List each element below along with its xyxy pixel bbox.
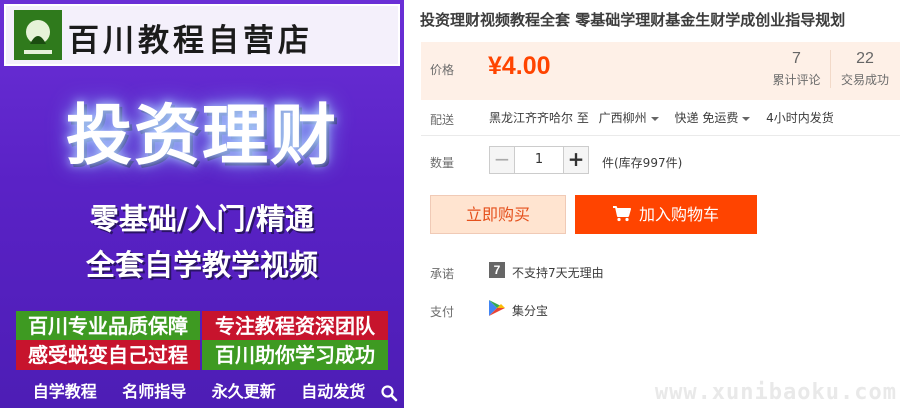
image-feature-item: 永久更新 <box>211 382 276 401</box>
promise-label: 承诺 <box>430 267 455 281</box>
image-subtitle-levels: 零基础/入门/精通 <box>89 202 315 236</box>
quantity-input[interactable]: 1 <box>515 146 563 174</box>
jifenbao-payment-icon <box>489 300 505 316</box>
buy-now-button[interactable]: 立即购买 <box>430 195 566 234</box>
image-tag-success: 百川助你学习成功 <box>202 340 388 370</box>
chevron-down-icon <box>742 116 751 121</box>
divider <box>421 135 900 136</box>
product-main-image[interactable]: 百川教程自营店 投资理财 零基础/入门/精通 全套自学教学视频 百川专业品质保障… <box>0 0 404 408</box>
trades-stat: 22 交易成功 <box>831 50 899 88</box>
zoom-search-icon[interactable] <box>380 384 398 402</box>
shipping-method-select[interactable]: 快递 免运费 <box>675 109 751 126</box>
quantity-label: 数量 <box>430 156 455 170</box>
shop-logo <box>14 10 62 60</box>
shipping-row: 黑龙江齐齐哈尔 至 广西柳州 快递 免运费 4小时内发货 <box>489 109 834 126</box>
payment-label: 支付 <box>430 305 455 319</box>
shipping-label: 配送 <box>430 113 455 127</box>
site-watermark: www.xunibaoku.com <box>654 380 897 405</box>
image-feature-item: 自动发货 <box>301 382 366 401</box>
quantity-increase-button[interactable]: + <box>563 146 589 174</box>
seven-day-icon: 7 <box>489 262 505 278</box>
stock-text: 件(库存997件) <box>602 156 683 170</box>
image-tag-quality: 百川专业品质保障 <box>16 311 200 341</box>
quantity-stepper: − 1 + <box>489 146 589 174</box>
shop-banner: 百川教程自营店 <box>4 4 400 66</box>
shop-logo-graphic <box>14 10 62 60</box>
image-feature-strip: 自学教程 名师指导 永久更新 自动发货 <box>0 372 404 408</box>
dispatch-time: 4小时内发货 <box>766 111 834 125</box>
add-to-cart-button[interactable]: 加入购物车 <box>575 195 757 234</box>
quantity-decrease-button[interactable]: − <box>489 146 515 174</box>
image-subtitle-videos: 全套自学教学视频 <box>85 248 318 282</box>
price-value: ¥4.00 <box>488 52 551 80</box>
trades-label: 交易成功 <box>840 73 889 87</box>
add-to-cart-label: 加入购物车 <box>638 205 719 224</box>
price-panel: 价格 ¥4.00 7 累计评论 22 交易成功 <box>421 42 900 100</box>
reviews-count: 7 <box>792 50 801 67</box>
shop-name: 百川教程自营店 <box>68 23 313 59</box>
trades-count: 22 <box>856 50 874 67</box>
reviews-stat[interactable]: 7 累计评论 <box>763 50 831 88</box>
price-label: 价格 <box>430 63 455 77</box>
reviews-label: 累计评论 <box>772 73 821 87</box>
chevron-down-icon <box>650 116 659 121</box>
image-tag-team: 专注教程资深团队 <box>202 311 388 341</box>
shipping-from: 黑龙江齐齐哈尔 至 <box>489 111 589 125</box>
image-feature-item: 名师指导 <box>122 382 187 401</box>
image-tag-growth: 感受蜕变自己过程 <box>16 340 200 370</box>
promise-text: 不支持7天无理由 <box>512 266 604 280</box>
product-title: 投资理财视频教程全套 零基础学理财基金生财学成创业指导规划 <box>420 11 846 29</box>
payment-method-text: 集分宝 <box>512 304 549 318</box>
shopping-cart-icon <box>612 206 631 222</box>
image-big-title: 投资理财 <box>66 97 338 174</box>
image-feature-item: 自学教程 <box>32 382 97 401</box>
shipping-destination-select[interactable]: 广西柳州 <box>599 109 659 126</box>
shipping-destination: 广西柳州 <box>598 111 647 125</box>
shipping-method: 快递 免运费 <box>674 111 739 125</box>
